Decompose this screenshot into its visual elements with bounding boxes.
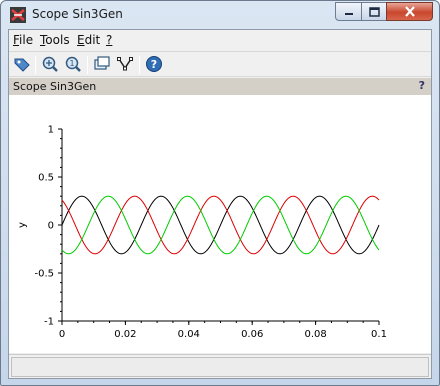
window-client: File Tools Edit ? 1 ? Scope Sin3Gen ? 1 … (8, 29, 432, 379)
y-tick-label: 0.5 (38, 173, 54, 184)
y-tick-label: -1 (44, 317, 54, 328)
rotate-icon[interactable] (93, 55, 111, 73)
panel-title: Scope Sin3Gen (13, 80, 97, 93)
x-tick-label: 0.04 (178, 329, 200, 340)
series-line-0 (61, 195, 380, 255)
toolbar-separator (139, 56, 140, 74)
plot-axes: 1 0.5 0 -0.5 -1 0 0.02 0.04 0.06 0.08 0.1 y (17, 125, 387, 341)
minimize-button[interactable] (335, 2, 362, 21)
menu-tools[interactable]: Tools (40, 33, 70, 47)
menu-file[interactable]: File (13, 33, 33, 47)
x-tick-label: 0.02 (114, 329, 136, 340)
toolbar-separator (87, 56, 88, 74)
plot-area[interactable]: 1 0.5 0 -0.5 -1 0 0.02 0.04 0.06 0.08 0.1 y (9, 95, 431, 353)
x-tick-label: 0.1 (371, 329, 387, 340)
datatip-icon[interactable] (13, 55, 31, 73)
x-tick-label: 0.08 (304, 329, 326, 340)
svg-text:1: 1 (69, 59, 74, 68)
status-bar (9, 354, 431, 378)
toolbar-separator (35, 56, 36, 74)
y-tick-label: 1 (48, 125, 54, 136)
maximize-button[interactable] (361, 2, 387, 21)
status-text (12, 363, 16, 376)
title-bar[interactable]: Scope Sin3Gen (1, 1, 439, 29)
menu-help[interactable]: ? (106, 33, 112, 47)
help-icon[interactable]: ? (145, 55, 163, 73)
y-tick-label: -0.5 (34, 269, 54, 280)
toolbar: 1 ? (9, 51, 431, 77)
menu-bar: File Tools Edit ? (9, 30, 431, 50)
close-button[interactable] (386, 2, 433, 21)
minimize-icon (344, 12, 353, 15)
menu-edit[interactable]: Edit (77, 33, 100, 47)
close-icon (404, 6, 415, 17)
scope-plot[interactable]: 1 0.5 0 -0.5 -1 0 0.02 0.04 0.06 0.08 0.1 y (9, 95, 431, 353)
scope-window: Scope Sin3Gen File Tools Edit ? 1 ? Scop… (0, 0, 440, 386)
zoom-in-icon[interactable] (41, 55, 59, 73)
window-title: Scope Sin3Gen (32, 7, 123, 21)
y-axis-label: y (17, 222, 28, 228)
panel-help-button[interactable]: ? (419, 79, 425, 92)
scilab-icon (10, 7, 26, 23)
x-tick-label: 0.06 (241, 329, 263, 340)
select-axes-icon[interactable] (116, 55, 134, 73)
plot-series (61, 195, 380, 255)
svg-text:?: ? (151, 58, 157, 71)
zoom-out-icon[interactable]: 1 (64, 55, 82, 73)
x-tick-label: 0 (59, 329, 65, 340)
maximize-icon (368, 6, 380, 17)
panel-header: Scope Sin3Gen ? (9, 78, 431, 95)
y-tick-label: 0 (48, 221, 54, 232)
status-field (11, 357, 429, 377)
